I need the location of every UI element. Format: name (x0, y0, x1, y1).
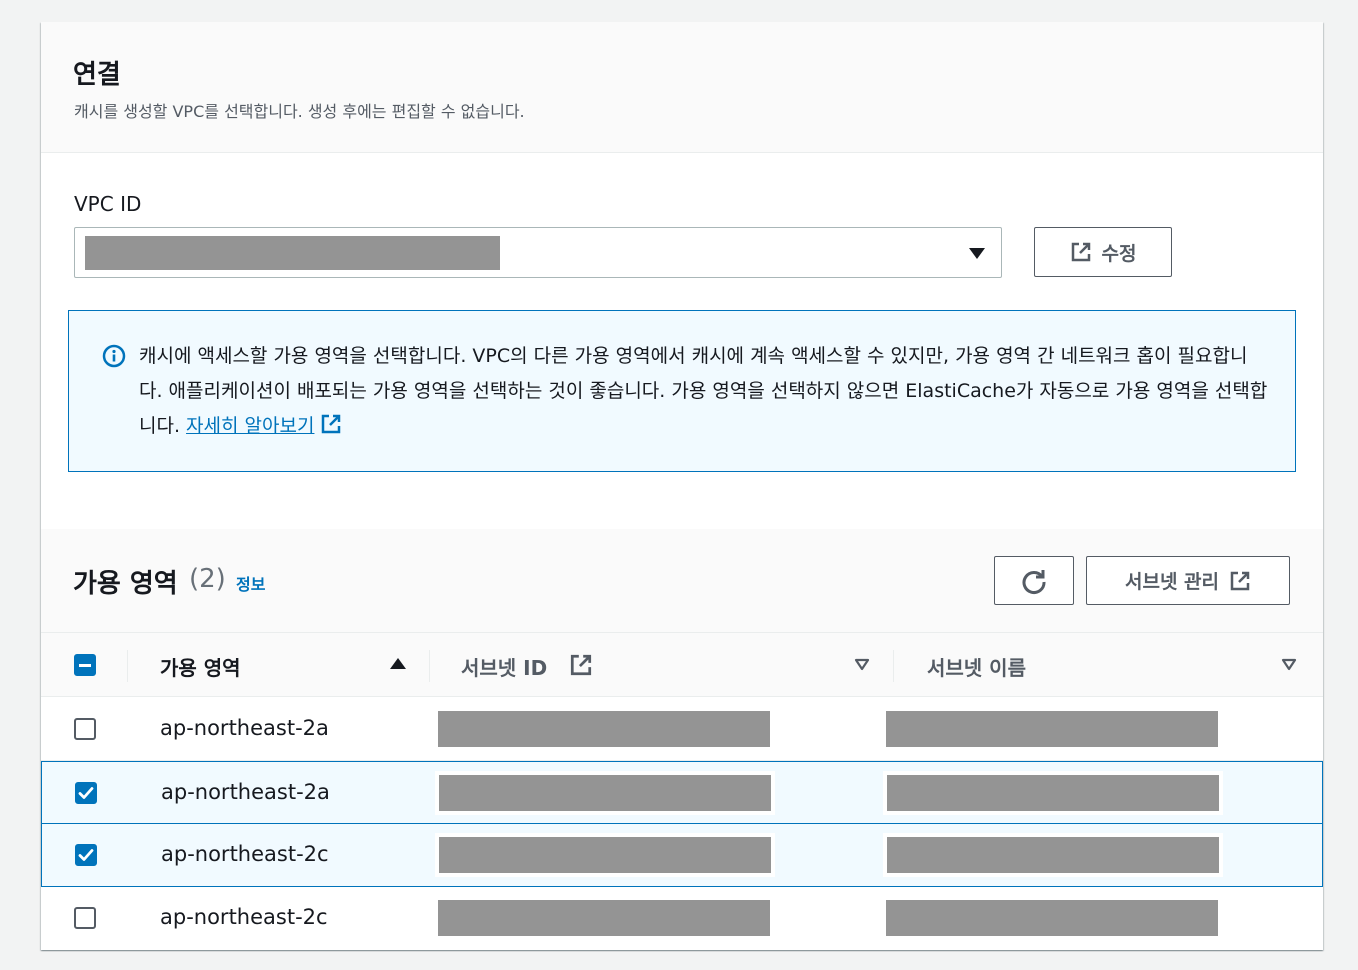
info-alert: 캐시에 액세스할 가용 영역을 선택합니다. VPC의 다른 가용 영역에서 캐… (68, 310, 1296, 472)
edit-vpc-label: 수정 (1101, 242, 1137, 265)
row-checkbox[interactable] (74, 907, 96, 929)
row-availability-zone: ap-northeast-2c (161, 842, 329, 866)
external-link-icon (1230, 571, 1250, 590)
info-alert-text: 캐시에 액세스할 가용 영역을 선택합니다. VPC의 다른 가용 영역에서 캐… (139, 339, 1269, 444)
info-icon (102, 344, 126, 368)
row-availability-zone: ap-northeast-2c (160, 905, 328, 929)
connection-description: 캐시를 생성할 VPC를 선택합니다. 생성 후에는 편집할 수 없습니다. (74, 102, 525, 121)
connection-title: 연결 (73, 60, 121, 90)
redacted-subnet-name (887, 837, 1219, 873)
redacted-vpc-id (85, 236, 500, 270)
column-header-az[interactable]: 가용 영역 (160, 652, 241, 681)
select-all-checkbox[interactable] (74, 654, 96, 676)
info-link[interactable]: 정보 (236, 571, 265, 595)
external-link-icon (570, 654, 592, 676)
connectivity-panel: 연결 캐시를 생성할 VPC를 선택합니다. 생성 후에는 편집할 수 없습니다… (41, 22, 1323, 950)
checkmark-icon (78, 849, 94, 861)
column-divider (893, 650, 894, 682)
column-header-subnet-id[interactable]: 서브넷 ID (461, 652, 547, 681)
column-header-subnet-name[interactable]: 서브넷 이름 (927, 652, 1026, 681)
redacted-subnet-id (439, 837, 771, 873)
column-divider (429, 650, 430, 682)
row-checkbox[interactable] (75, 844, 97, 866)
manage-subnets-button[interactable]: 서브넷 관리 (1086, 556, 1290, 605)
refresh-button[interactable] (994, 556, 1074, 605)
table-row[interactable]: ap-northeast-2a (41, 698, 1323, 761)
table-row[interactable]: ap-northeast-2a (41, 761, 1323, 824)
redacted-subnet-id (438, 711, 770, 747)
row-checkbox[interactable] (74, 718, 96, 740)
sort-descending-icon[interactable] (1281, 658, 1297, 671)
chevron-down-icon (969, 248, 985, 259)
redacted-subnet-id (439, 775, 771, 811)
external-link-icon (1071, 242, 1090, 262)
vpc-id-label: VPC ID (74, 192, 142, 216)
row-checkbox[interactable] (75, 782, 97, 804)
refresh-icon (1022, 569, 1046, 594)
checkmark-icon (78, 787, 94, 799)
redacted-subnet-name (886, 711, 1218, 747)
redacted-subnet-name (887, 775, 1219, 811)
learn-more-link[interactable]: 자세히 알아보기 (186, 415, 314, 437)
manage-subnets-label: 서브넷 관리 (1124, 571, 1219, 593)
table-header: 가용 영역 서브넷 ID 서브넷 이름 (41, 633, 1323, 697)
redacted-subnet-id (438, 900, 770, 936)
availability-zones-count: (2) (189, 564, 226, 594)
table-row[interactable]: ap-northeast-2c (41, 823, 1323, 887)
column-divider (127, 650, 128, 682)
edit-vpc-button[interactable]: 수정 (1034, 227, 1172, 277)
external-link-icon[interactable] (320, 413, 342, 435)
availability-zones-header: 가용 영역 (2) 정보 서브넷 관리 (41, 529, 1323, 633)
table-row[interactable]: ap-northeast-2c (41, 887, 1323, 950)
vpc-id-select[interactable] (74, 227, 1002, 278)
row-availability-zone: ap-northeast-2a (160, 716, 329, 740)
row-availability-zone: ap-northeast-2a (161, 780, 330, 804)
redacted-subnet-name (886, 900, 1218, 936)
availability-zones-title: 가용 영역 (73, 569, 178, 599)
connection-header: 연결 캐시를 생성할 VPC를 선택합니다. 생성 후에는 편집할 수 없습니다… (41, 22, 1323, 153)
sort-ascending-icon[interactable] (390, 658, 406, 669)
sort-descending-icon[interactable] (854, 658, 870, 671)
